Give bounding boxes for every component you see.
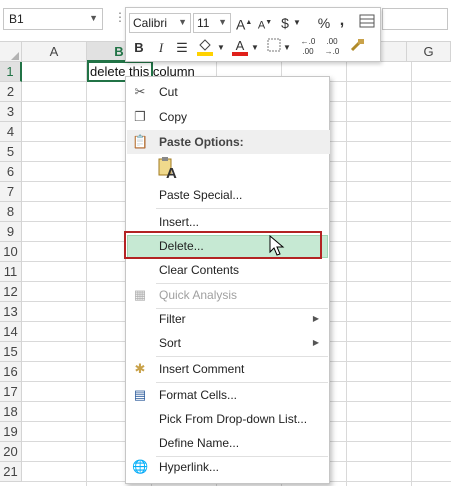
row-header[interactable]: 8 — [0, 202, 22, 222]
row-header[interactable]: 11 — [0, 262, 22, 282]
delete-callout-outline — [124, 231, 322, 259]
column-header-g[interactable]: G — [407, 42, 451, 62]
menu-item-label: Sort — [159, 336, 182, 350]
menu-item-label: Paste Special... — [159, 188, 243, 202]
comma-style-button[interactable]: , — [336, 11, 348, 31]
currency-button[interactable]: $ — [278, 13, 292, 33]
format-painter-icon[interactable] — [348, 38, 366, 58]
font-color-button[interactable]: A — [232, 36, 248, 56]
menu-item-clear-contents[interactable]: Clear Contents — [126, 258, 329, 282]
row-header[interactable]: 7 — [0, 182, 22, 202]
chevron-down-icon[interactable]: ▼ — [218, 17, 227, 27]
menu-item-quick-analysis: ▦ Quick Analysis — [126, 283, 329, 307]
row-header[interactable]: 18 — [0, 402, 22, 422]
comment-icon: ✱ — [134, 361, 146, 376]
decrease-decimal-icon[interactable]: .00 →.0 — [322, 37, 342, 57]
scissors-icon: ✂ — [134, 84, 146, 99]
row-header[interactable]: 10 — [0, 242, 22, 262]
menu-item-label: Hyperlink... — [159, 460, 220, 474]
menu-item-define-name[interactable]: Define Name... — [126, 431, 329, 455]
menu-item-insert-comment[interactable]: ✱ Insert Comment — [126, 357, 329, 381]
borders-icon[interactable] — [266, 38, 282, 58]
row-header[interactable]: 4 — [0, 122, 22, 142]
menu-item-label: Pick From Drop-down List... — [159, 412, 308, 426]
shrink-font-button[interactable]: A▼ — [257, 13, 273, 33]
row-header[interactable]: 2 — [0, 82, 22, 102]
format-table-icon[interactable] — [358, 13, 376, 33]
chevron-right-icon: ▶ — [312, 338, 319, 347]
row-header[interactable]: 3 — [0, 102, 22, 122]
menu-item-label: Copy — [159, 110, 188, 124]
menu-item-pick-from-list[interactable]: Pick From Drop-down List... — [126, 407, 329, 431]
chevron-down-icon[interactable]: ▼ — [89, 13, 98, 23]
font-name-field[interactable]: Calibri ▼ — [129, 13, 191, 33]
increase-decimal-icon[interactable]: ←.0.00 — [298, 37, 318, 57]
paste-text-letter: A — [166, 165, 177, 182]
menu-item-label: Cut — [159, 85, 178, 99]
row-header[interactable]: 6 — [0, 162, 22, 182]
chevron-down-icon[interactable]: ▼ — [282, 38, 292, 58]
name-box-value: B1 — [9, 12, 24, 26]
row-header[interactable]: 14 — [0, 322, 22, 342]
fill-color-icon[interactable] — [196, 36, 214, 56]
mouse-cursor-icon — [269, 235, 285, 256]
menu-item-filter[interactable]: Filter ▶ — [126, 307, 329, 331]
row-header[interactable]: 21 — [0, 462, 22, 482]
row-header[interactable]: 1 — [0, 62, 22, 82]
font-name-value: Calibri — [133, 16, 168, 30]
select-all-button[interactable] — [0, 42, 22, 62]
row-header[interactable]: 13 — [0, 302, 22, 322]
font-size-field[interactable]: 11 ▼ — [193, 13, 231, 33]
menu-item-label: Clear Contents — [159, 263, 240, 277]
menu-item-label: Quick Analysis — [159, 288, 238, 302]
menu-item-label: Insert Comment — [159, 362, 245, 376]
chevron-right-icon: ▶ — [312, 314, 319, 323]
menu-item-cut[interactable]: ✂ Cut — [126, 80, 329, 104]
chevron-down-icon[interactable]: ▼ — [292, 13, 302, 33]
menu-item-label: Format Cells... — [159, 388, 238, 402]
grow-font-button[interactable]: A▲ — [236, 13, 252, 33]
menu-item-label: Define Name... — [159, 436, 240, 450]
menu-item-hyperlink[interactable]: 🌐 Hyperlink... — [126, 455, 329, 479]
row-header[interactable]: 19 — [0, 422, 22, 442]
grow-font-label: A — [236, 16, 246, 33]
row-header[interactable]: 17 — [0, 382, 22, 402]
paste-keep-text-button[interactable]: A — [158, 157, 178, 182]
menu-item-label: Insert... — [159, 215, 200, 229]
mini-toolbar: Calibri ▼ 11 ▼ A▲ A▼ $ ▼ % , B I ☰ ▼ A ▼… — [125, 7, 381, 62]
chevron-down-icon[interactable]: ▼ — [178, 17, 187, 27]
menu-item-label: Filter — [159, 312, 186, 326]
menu-item-paste-special[interactable]: Paste Special... — [126, 183, 329, 207]
row-header[interactable]: 15 — [0, 342, 22, 362]
font-color-label: A — [235, 38, 245, 53]
column-header-a[interactable]: A — [22, 42, 87, 62]
copy-icon: ❐ — [134, 109, 146, 124]
percent-button[interactable]: % — [316, 13, 332, 33]
context-menu: ✂ Cut ❐ Copy 📋 Paste Options: A Paste Sp… — [125, 76, 330, 484]
menu-item-format-cells[interactable]: ▤ Format Cells... — [126, 383, 329, 407]
font-size-value: 11 — [197, 16, 210, 30]
paste-options-header: 📋 Paste Options: — [127, 130, 330, 154]
align-center-icon[interactable]: ☰ — [174, 38, 190, 58]
formula-input[interactable] — [382, 8, 448, 30]
row-header[interactable]: 16 — [0, 362, 22, 382]
hyperlink-icon: 🌐 — [132, 459, 149, 474]
chevron-down-icon[interactable]: ▼ — [250, 38, 260, 58]
row-header[interactable]: 12 — [0, 282, 22, 302]
row-header[interactable]: 20 — [0, 442, 22, 462]
italic-button[interactable]: I — [154, 38, 168, 58]
bold-button[interactable]: B — [132, 38, 146, 58]
paste-options-label: Paste Options: — [159, 135, 244, 149]
menu-item-copy[interactable]: ❐ Copy — [126, 105, 329, 129]
name-box[interactable]: B1 ▼ — [3, 8, 103, 30]
menu-divider — [156, 208, 328, 209]
format-cells-icon: ▤ — [133, 387, 147, 402]
clipboard-icon: 📋 — [132, 134, 149, 149]
font-color-swatch — [232, 52, 248, 56]
row-header[interactable]: 5 — [0, 142, 22, 162]
quick-analysis-icon: ▦ — [133, 287, 147, 302]
chevron-down-icon[interactable]: ▼ — [216, 38, 226, 58]
row-header[interactable]: 9 — [0, 222, 22, 242]
menu-item-sort[interactable]: Sort ▶ — [126, 331, 329, 355]
